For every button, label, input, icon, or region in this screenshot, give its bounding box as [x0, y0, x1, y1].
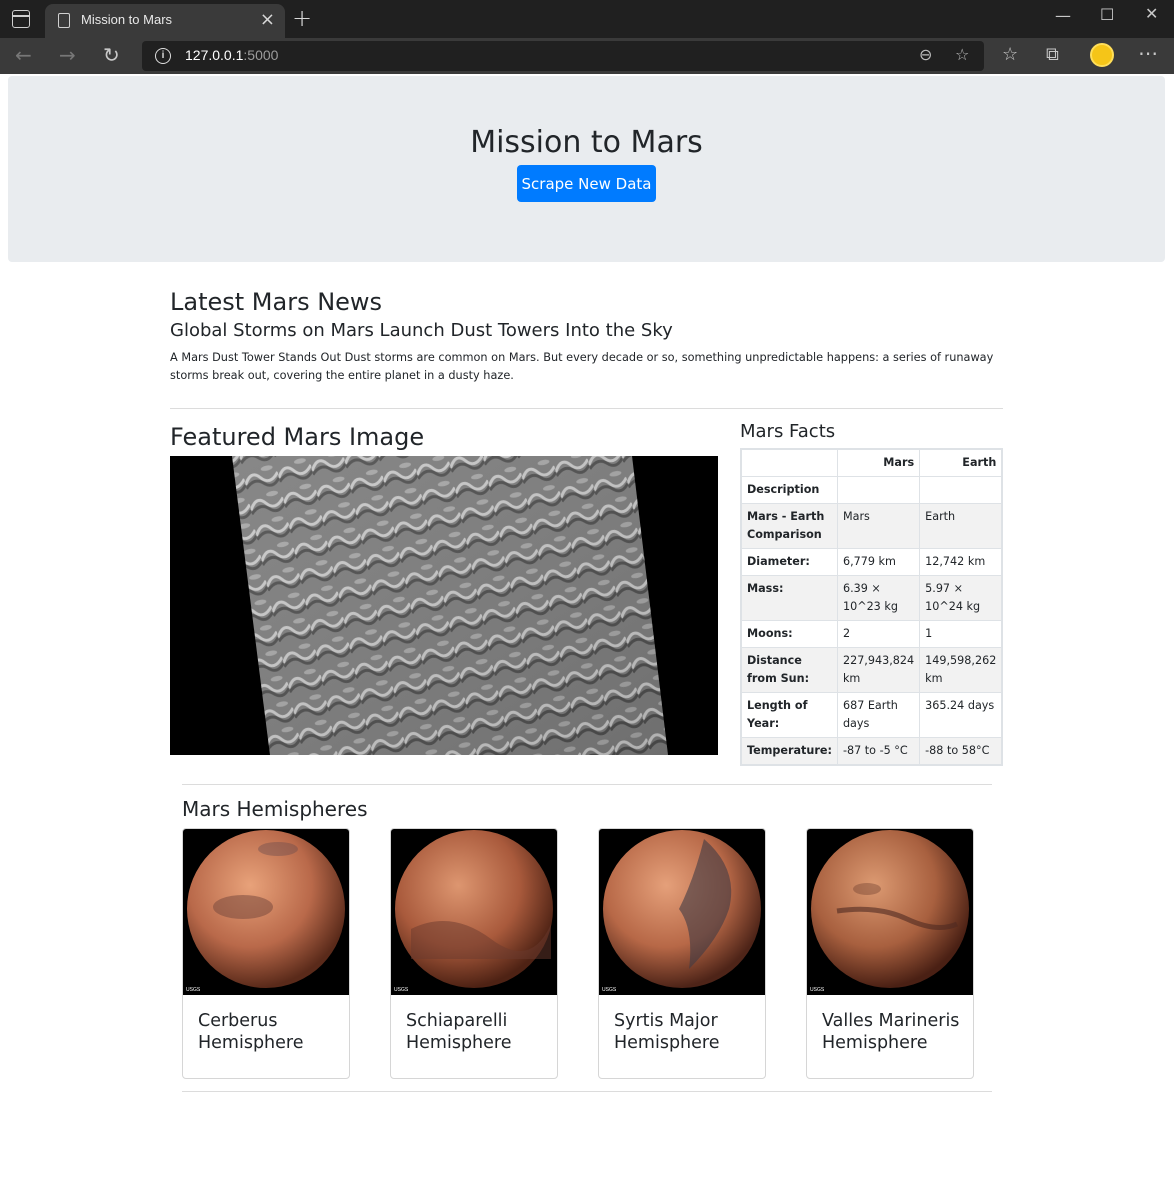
row-label: Moons:	[740, 620, 838, 648]
table-row: Description	[740, 476, 1003, 504]
facts-section-title: Mars Facts	[740, 421, 836, 442]
table-header-mars: Mars	[836, 448, 921, 477]
hemisphere-card-schiaparelli[interactable]: USGS Schiaparelli Hemisphere	[390, 828, 558, 1079]
featured-section-title: Featured Mars Image	[170, 423, 425, 451]
page-title: Mission to Mars	[470, 125, 703, 160]
url-text[interactable]: 127.0.0.1:5000	[185, 47, 278, 63]
row-label: Temperature:	[740, 737, 838, 766]
mars-globe-graphic	[603, 830, 761, 988]
mars-value: -87 to -5 °C	[836, 737, 921, 766]
mars-value: 6.39 × 10^23 kg	[836, 575, 921, 621]
mars-value	[836, 476, 921, 504]
new-tab-icon[interactable]: +	[292, 4, 312, 32]
row-label: Length of Year:	[740, 692, 838, 738]
info-icon[interactable]: i	[155, 48, 171, 64]
tab-title: Mission to Mars	[81, 12, 173, 27]
usgs-logo: USGS	[810, 987, 825, 993]
more-menu-icon[interactable]: ⋯	[1138, 41, 1158, 65]
maximize-icon[interactable]: ☐	[1100, 5, 1114, 24]
profile-avatar[interactable]	[1090, 43, 1114, 67]
hemisphere-name[interactable]: Cerberus Hemisphere	[198, 1010, 349, 1054]
usgs-logo: USGS	[394, 987, 409, 993]
page-icon	[58, 13, 70, 28]
minimize-icon[interactable]: —	[1055, 6, 1071, 25]
row-label: Description	[740, 476, 838, 504]
table-row: Mars - Earth Comparison Mars Earth	[740, 503, 1003, 549]
hemisphere-name[interactable]: Syrtis Major Hemisphere	[614, 1010, 765, 1054]
refresh-icon[interactable]: ↻	[103, 43, 120, 67]
table-header-blank	[740, 448, 838, 477]
table-row: Distance from Sun: 227,943,824 km 149,59…	[740, 647, 1003, 693]
tab-actions-icon[interactable]	[12, 10, 30, 28]
scrape-button[interactable]: Scrape New Data	[517, 165, 656, 202]
row-label: Distance from Sun:	[740, 647, 838, 693]
usgs-logo: USGS	[186, 987, 201, 993]
earth-value: 149,598,262 km	[919, 647, 1003, 693]
mars-globe-graphic	[187, 830, 345, 988]
mars-facts-table: Mars Earth Description Mars - Earth Comp…	[740, 448, 1004, 766]
earth-value: 5.97 × 10^24 kg	[919, 575, 1003, 621]
forward-icon[interactable]: →	[59, 43, 76, 67]
favorites-icon[interactable]: ☆	[1002, 44, 1018, 65]
divider	[182, 1091, 992, 1092]
hemisphere-image[interactable]: USGS	[807, 829, 973, 995]
table-row: Moons: 2 1	[740, 620, 1003, 648]
featured-mars-image	[170, 456, 718, 755]
earth-value: -88 to 58°C	[919, 737, 1003, 766]
add-favorite-icon[interactable]: ☆	[955, 45, 969, 64]
table-row: Temperature: -87 to -5 °C -88 to 58°C	[740, 737, 1003, 766]
featured-image-graphic	[232, 456, 668, 755]
earth-value: Earth	[919, 503, 1003, 549]
table-row: Diameter: 6,779 km 12,742 km	[740, 548, 1003, 576]
hemispheres-section-title: Mars Hemispheres	[182, 797, 368, 821]
window-close-icon[interactable]: ✕	[1145, 4, 1158, 23]
hemisphere-name[interactable]: Valles Marineris Hemisphere	[822, 1010, 973, 1054]
hemisphere-name[interactable]: Schiaparelli Hemisphere	[406, 1010, 557, 1054]
mars-globe-graphic	[811, 830, 969, 988]
collections-icon[interactable]: ⧉	[1046, 44, 1059, 65]
news-paragraph: A Mars Dust Tower Stands Out Dust storms…	[170, 351, 994, 382]
row-label: Mars - Earth Comparison	[740, 503, 838, 549]
mars-value: 6,779 km	[836, 548, 921, 576]
earth-value: 365.24 days	[919, 692, 1003, 738]
mars-value: 227,943,824 km	[836, 647, 921, 693]
earth-value: 1	[919, 620, 1003, 648]
earth-value	[919, 476, 1003, 504]
row-label: Diameter:	[740, 548, 838, 576]
browser-toolbar: ← → ↻ i 127.0.0.1:5000 ⊖ ☆ ☆ ⧉ ⋯	[0, 38, 1174, 74]
news-headline: Global Storms on Mars Launch Dust Towers…	[170, 320, 673, 341]
browser-tab-bar: Mission to Mars × + — ☐ ✕	[0, 0, 1174, 38]
mars-value: Mars	[836, 503, 921, 549]
table-header-row: Mars Earth	[740, 448, 1003, 477]
table-row: Length of Year: 687 Earth days 365.24 da…	[740, 692, 1003, 738]
close-tab-icon[interactable]: ×	[260, 9, 275, 30]
hemisphere-card-cerberus[interactable]: USGS Cerberus Hemisphere	[182, 828, 350, 1079]
divider	[182, 784, 992, 785]
usgs-logo: USGS	[602, 987, 617, 993]
table-header-earth: Earth	[919, 448, 1003, 477]
news-section-title: Latest Mars News	[170, 288, 383, 316]
browser-tab[interactable]: Mission to Mars ×	[45, 4, 285, 38]
mars-value: 687 Earth days	[836, 692, 921, 738]
hemisphere-card-valles-marineris[interactable]: USGS Valles Marineris Hemisphere	[806, 828, 974, 1079]
address-bar[interactable]: i 127.0.0.1:5000 ⊖ ☆	[142, 41, 984, 71]
back-icon[interactable]: ←	[15, 43, 32, 67]
divider	[170, 408, 1003, 409]
table-row: Mass: 6.39 × 10^23 kg 5.97 × 10^24 kg	[740, 575, 1003, 621]
hemisphere-image[interactable]: USGS	[391, 829, 557, 995]
hemisphere-card-syrtis-major[interactable]: USGS Syrtis Major Hemisphere	[598, 828, 766, 1079]
hemisphere-image[interactable]: USGS	[183, 829, 349, 995]
row-label: Mass:	[740, 575, 838, 621]
mars-globe-graphic	[395, 830, 553, 988]
earth-value: 12,742 km	[919, 548, 1003, 576]
header-jumbotron: Mission to Mars Scrape New Data	[8, 76, 1165, 262]
mars-value: 2	[836, 620, 921, 648]
zoom-icon[interactable]: ⊖	[919, 45, 932, 64]
hemisphere-image[interactable]: USGS	[599, 829, 765, 995]
